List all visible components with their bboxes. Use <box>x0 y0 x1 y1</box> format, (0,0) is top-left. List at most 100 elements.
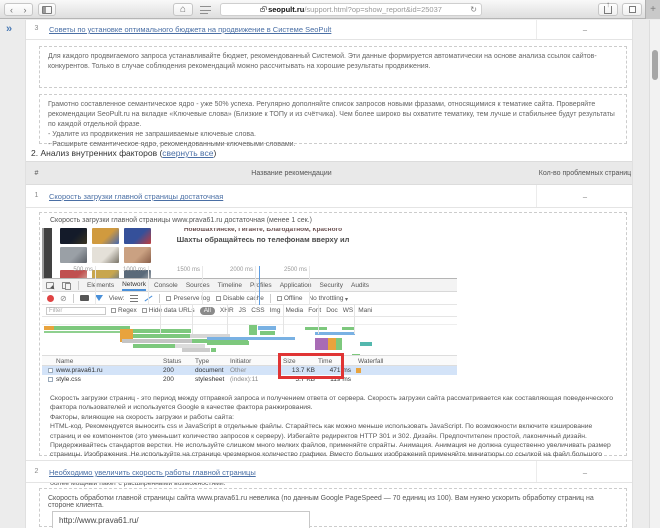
request-column-header-name[interactable]: Name <box>56 358 73 365</box>
screenshot-capture-icon[interactable] <box>80 295 89 301</box>
column-line <box>192 305 193 334</box>
url-field[interactable]: seopult.ru/support.html?op=show_report&i… <box>220 3 482 16</box>
request-column-header-type[interactable]: Type <box>195 358 209 365</box>
devtools-tab-profiles[interactable]: Profiles <box>250 280 272 290</box>
type-filter-font[interactable]: Font <box>308 307 321 314</box>
problem-count: – <box>536 192 633 201</box>
waterfall-bar <box>315 332 355 335</box>
waterfall-bar <box>44 326 54 330</box>
checkbox-offline[interactable]: Offline <box>277 295 303 302</box>
url-path: /support.html?op=show_report&id=25037 <box>304 5 442 14</box>
record-network-icon[interactable] <box>47 295 54 302</box>
problem-count: – <box>536 468 633 477</box>
waterfall-bar <box>54 326 130 330</box>
forward-icon: › <box>24 5 27 15</box>
divider <box>78 281 79 290</box>
throttling-select[interactable]: No throttling <box>308 295 343 302</box>
checkbox-regex[interactable]: Regex <box>111 307 137 314</box>
column-line <box>160 305 161 334</box>
request-column-header-status[interactable]: Status <box>163 358 181 365</box>
browser-scrollbar[interactable] <box>649 20 660 528</box>
checkbox-disable-cache[interactable]: Disable cache <box>216 295 264 302</box>
divider <box>159 294 160 303</box>
back-button[interactable]: ‹ <box>4 3 19 16</box>
checkbox-icon <box>277 296 282 301</box>
request-row[interactable]: style.css200stylesheet(index):115.7 KB11… <box>42 375 457 384</box>
devtools-tab-timeline[interactable]: Timeline <box>218 280 242 290</box>
recommendation-link[interactable]: Скорость загрузки главной страницы доста… <box>49 192 223 201</box>
devtools-tab-audits[interactable]: Audits <box>351 280 369 290</box>
waterfall-row-marker <box>356 368 361 373</box>
recommendation-link[interactable]: Необходимо увеличить скорость работы гла… <box>49 468 256 477</box>
paragraph: Факторы, влияющие на скорость загрузки и… <box>50 413 618 422</box>
devtools-tab-application[interactable]: Application <box>280 280 312 290</box>
forward-button[interactable]: › <box>18 3 33 16</box>
divider <box>270 294 271 303</box>
request-cell: (index):11 <box>230 376 280 383</box>
filter-input[interactable]: Filter <box>46 307 106 315</box>
photo-thumbnail <box>92 247 119 263</box>
waterfall-bar <box>258 326 276 330</box>
type-filter-all[interactable]: All <box>200 307 215 315</box>
home-button[interactable]: ⌂ <box>173 3 193 16</box>
home-icon: ⌂ <box>180 4 186 15</box>
site-text-line-1: Новошахтинске, Гиганте, Благодатном, Кра… <box>167 228 359 233</box>
type-filter-ws[interactable]: WS <box>343 307 353 314</box>
collapse-all-link[interactable]: свернуть все <box>162 148 213 158</box>
ruler-tick-label: 1500 ms <box>170 267 200 273</box>
waterfall-bar <box>133 329 191 333</box>
devtools-tab-network[interactable]: Network <box>122 279 146 291</box>
column-header-count: Кол-во проблемных страниц <box>536 170 633 177</box>
request-row[interactable]: www.prava61.ru200documentOther13.7 KB471… <box>42 366 457 375</box>
tabs-icon <box>629 6 636 13</box>
request-column-header-initiator[interactable]: Initiator <box>230 358 251 365</box>
request-cell: www.prava61.ru <box>56 367 156 374</box>
reader-list-icon[interactable] <box>200 6 211 14</box>
request-cell: document <box>195 367 226 374</box>
checkbox-icon <box>216 296 221 301</box>
type-filter-css[interactable]: CSS <box>251 307 264 314</box>
pagespeed-detail-box: Скорость обработки главной страницы сайт… <box>39 488 627 527</box>
checkbox-hide-data-urls[interactable]: Hide data URLs <box>142 307 195 314</box>
waterfall-bar <box>260 331 275 335</box>
type-filter-mani[interactable]: Mani <box>358 307 372 314</box>
expand-sidebar-chevron[interactable]: » <box>6 23 12 35</box>
recommendation-link[interactable]: Советы по установке оптимального бюджета… <box>49 25 331 34</box>
device-toolbar-icon[interactable] <box>62 282 70 289</box>
ruler-gridline <box>309 266 310 305</box>
waterfall-bar <box>315 338 328 350</box>
request-column-header-waterfall[interactable]: Waterfall <box>358 358 383 365</box>
pagespeed-text: Скорость обработки главной страницы сайт… <box>48 495 618 509</box>
row-number: 3 <box>26 25 47 32</box>
photo-thumbnail <box>124 247 151 263</box>
heading-text: ) <box>213 148 216 158</box>
clear-icon[interactable]: ⊘ <box>60 295 67 302</box>
list-view-icon[interactable] <box>130 295 138 302</box>
report-content-panel: 3 Советы по установке оптимального бюдже… <box>25 20 633 528</box>
type-filter-doc[interactable]: Doc <box>326 307 338 314</box>
checkbox-preserve-log[interactable]: Preserve log <box>166 295 210 302</box>
checkbox-label: Hide data URLs <box>149 307 195 314</box>
devtools-tab-elements[interactable]: Elements <box>87 280 114 290</box>
network-controls-bar: ⊘ View: Preserve logDisable cacheOffline… <box>42 292 457 305</box>
devtools-tab-security[interactable]: Security <box>320 280 343 290</box>
type-filter-js[interactable]: JS <box>239 307 247 314</box>
type-filter-media[interactable]: Media <box>285 307 303 314</box>
chevron-down-icon[interactable]: ▾ <box>345 296 348 303</box>
section-heading: 2. Анализ внутренних факторов (свернуть … <box>31 148 216 158</box>
photo-thumbnail <box>124 228 151 244</box>
reload-icon[interactable]: ↻ <box>470 5 477 14</box>
waterfall-bar <box>305 327 327 330</box>
inspect-element-icon[interactable] <box>46 282 54 289</box>
share-button[interactable] <box>598 3 618 16</box>
new-tab-button[interactable]: + <box>645 0 660 19</box>
plus-icon: + <box>650 4 656 15</box>
devtools-tab-sources[interactable]: Sources <box>186 280 210 290</box>
devtools-tab-console[interactable]: Console <box>154 280 178 290</box>
sidebar-toggle-button[interactable] <box>38 3 56 16</box>
type-filter-img[interactable]: Img <box>270 307 281 314</box>
page-scrollbar-strip <box>44 228 52 278</box>
show-tabs-button[interactable] <box>622 3 642 16</box>
request-cell: stylesheet <box>195 376 226 383</box>
scrollbar-thumb[interactable] <box>652 50 658 80</box>
